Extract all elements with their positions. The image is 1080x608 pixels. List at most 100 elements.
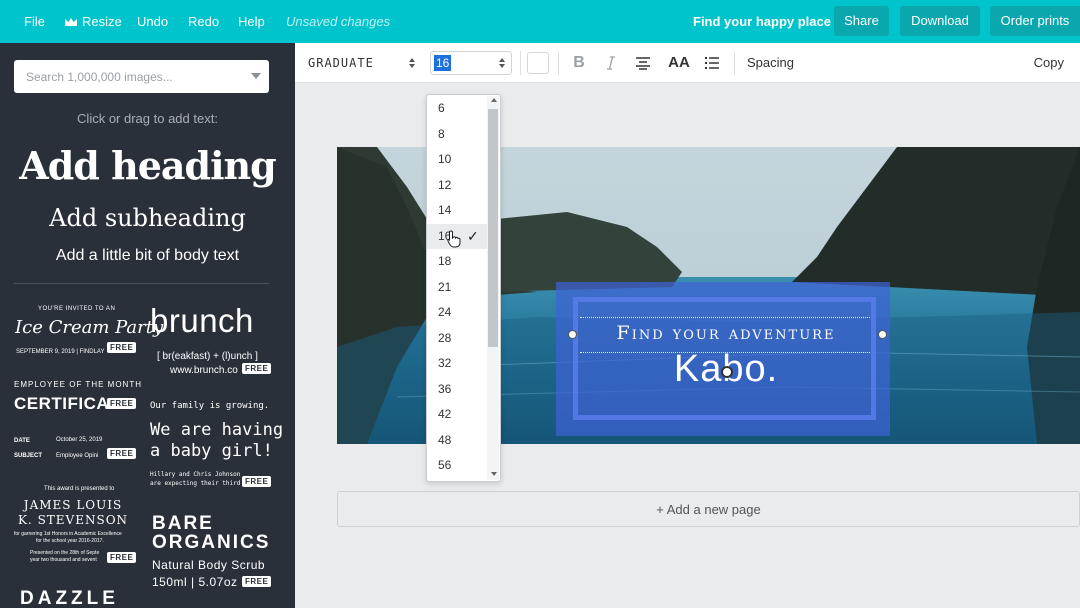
resize-handle[interactable] xyxy=(568,330,577,339)
font-size-option[interactable]: 36 xyxy=(427,377,487,402)
template-text: Our family is growing. xyxy=(150,401,270,411)
font-size-option[interactable]: 42 xyxy=(427,402,487,427)
template-text: for the school year 2016-2017. xyxy=(36,538,104,544)
template-text: www.brunch.co xyxy=(170,365,238,376)
image-search[interactable] xyxy=(14,60,269,93)
template-text: brunch xyxy=(150,302,254,339)
toolbar-divider xyxy=(558,51,559,75)
sidebar-divider xyxy=(14,283,269,284)
add-heading-button[interactable]: Add heading xyxy=(0,143,295,188)
menu-undo[interactable]: Undo xyxy=(137,0,168,43)
template-text: BARE xyxy=(152,513,214,534)
template-text: K. STEVENSON xyxy=(17,513,129,527)
design-title[interactable]: Find your happy place xyxy=(693,0,831,43)
font-size-select[interactable]: 16 xyxy=(430,51,512,75)
menu-resize[interactable]: Resize xyxy=(64,0,122,43)
add-new-page-button[interactable]: + Add a new page xyxy=(337,491,1080,527)
template-text: SUBJECT xyxy=(14,453,43,459)
letter-case-icon[interactable]: AA xyxy=(667,51,691,75)
top-bar: File Resize Undo Redo Help Unsaved chang… xyxy=(0,0,1080,43)
font-size-value[interactable]: 16 xyxy=(434,55,452,71)
font-size-option[interactable]: 14 xyxy=(427,198,487,223)
font-size-option-label: 28 xyxy=(438,330,452,345)
font-size-option-label: 21 xyxy=(438,279,452,294)
add-body-text-button[interactable]: Add a little bit of body text xyxy=(0,247,295,265)
font-family-select[interactable]: GRADUATE xyxy=(303,51,423,75)
search-input[interactable] xyxy=(14,60,244,93)
free-badge: FREE xyxy=(107,398,137,409)
font-size-option[interactable]: 18 xyxy=(427,249,487,274)
copy-button[interactable]: Copy xyxy=(1034,51,1064,75)
font-size-option[interactable]: 24 xyxy=(427,300,487,325)
headline-text[interactable]: Find your adventure xyxy=(580,322,872,344)
template-text: Employee Opini xyxy=(56,453,99,459)
font-size-option[interactable]: 6 xyxy=(427,96,487,121)
font-size-option[interactable]: 12 xyxy=(427,173,487,198)
free-badge: FREE xyxy=(242,576,272,587)
scrollbar-thumb[interactable] xyxy=(488,109,498,347)
free-badge: FREE xyxy=(107,342,137,353)
toolbar-divider xyxy=(520,51,521,75)
spacing-button[interactable]: Spacing xyxy=(747,51,794,75)
editor-app: File Resize Undo Redo Help Unsaved chang… xyxy=(0,0,1080,608)
toolbar-divider xyxy=(734,51,735,75)
bold-icon[interactable]: B xyxy=(571,51,587,75)
font-size-option[interactable]: 32 xyxy=(427,351,487,376)
template-text: CERTIFICA xyxy=(14,394,110,413)
template-text: Hillary and Chris Johnson xyxy=(150,471,241,478)
template-text: YOU'RE INVITED TO AN xyxy=(38,306,116,312)
list-icon[interactable] xyxy=(703,51,721,75)
resize-handle[interactable] xyxy=(878,330,887,339)
align-center-icon[interactable] xyxy=(635,51,651,75)
select-arrows-icon xyxy=(499,58,505,68)
font-size-option-label: 10 xyxy=(438,152,452,166)
chevron-down-icon[interactable] xyxy=(251,73,261,79)
select-arrows-icon xyxy=(409,58,415,68)
template-text: a baby girl! xyxy=(150,441,273,461)
font-size-option[interactable]: 56 xyxy=(427,453,487,478)
add-subheading-button[interactable]: Add subheading xyxy=(0,204,295,232)
free-badge: FREE xyxy=(107,552,137,563)
template-text: Presented on the 28th of Septe xyxy=(30,550,100,556)
free-badge: FREE xyxy=(107,448,137,459)
italic-icon[interactable] xyxy=(604,51,618,75)
template-text: 150ml | 5.07oz xyxy=(152,575,238,589)
add-text-hint: Click or drag to add text: xyxy=(77,111,218,126)
crown-icon xyxy=(65,18,77,27)
share-button[interactable]: Share xyxy=(834,6,889,36)
text-sidebar: Click or drag to add text: Add heading A… xyxy=(0,43,295,608)
menu-help[interactable]: Help xyxy=(238,0,265,43)
template-text: ORGANICS xyxy=(152,532,271,553)
hand-cursor-icon xyxy=(447,230,461,248)
template-text: DAZZLE xyxy=(20,588,119,608)
scroll-up-icon[interactable] xyxy=(491,98,497,102)
font-size-option-label: 12 xyxy=(438,177,452,192)
menu-redo[interactable]: Redo xyxy=(188,0,219,43)
menu-file[interactable]: File xyxy=(24,0,45,43)
template-text: This award is presented to xyxy=(44,486,115,492)
font-size-option[interactable]: 21 xyxy=(427,275,487,300)
template-text: year two thousand and sevent xyxy=(30,557,97,563)
template-text: [ br(eakfast) + (l)unch ] xyxy=(157,351,258,362)
font-size-option-label: 32 xyxy=(438,356,452,370)
font-size-option-label: 42 xyxy=(438,407,452,421)
template-text: EMPLOYEE OF THE MONTH xyxy=(14,380,142,389)
font-size-option[interactable]: 8 xyxy=(427,122,487,147)
template-text: We are having xyxy=(150,420,284,440)
font-size-option-label: 36 xyxy=(438,381,452,396)
font-size-dropdown[interactable]: 6 8 10 12 14 16 ✓ 18 21 24 28 32 36 42 48 56 xyxy=(426,94,501,482)
font-size-option[interactable]: 48 xyxy=(427,428,487,453)
download-button[interactable]: Download xyxy=(900,6,980,36)
order-prints-button[interactable]: Order prints xyxy=(990,6,1080,36)
font-size-option-label: 56 xyxy=(438,458,452,472)
text-toolbar: GRADUATE 16 B AA Spacing Copy xyxy=(295,43,1080,83)
font-size-option-label: 24 xyxy=(438,305,452,319)
rotate-handle-icon[interactable] xyxy=(721,366,733,378)
font-size-option[interactable]: 28 xyxy=(427,326,487,351)
font-size-option-label: 48 xyxy=(438,432,452,447)
font-size-option-label: 6 xyxy=(438,101,445,115)
text-color-swatch[interactable] xyxy=(527,52,549,74)
font-size-option[interactable]: 10 xyxy=(427,147,487,172)
menu-resize-label: Resize xyxy=(82,14,122,29)
scroll-down-icon[interactable] xyxy=(491,472,497,476)
